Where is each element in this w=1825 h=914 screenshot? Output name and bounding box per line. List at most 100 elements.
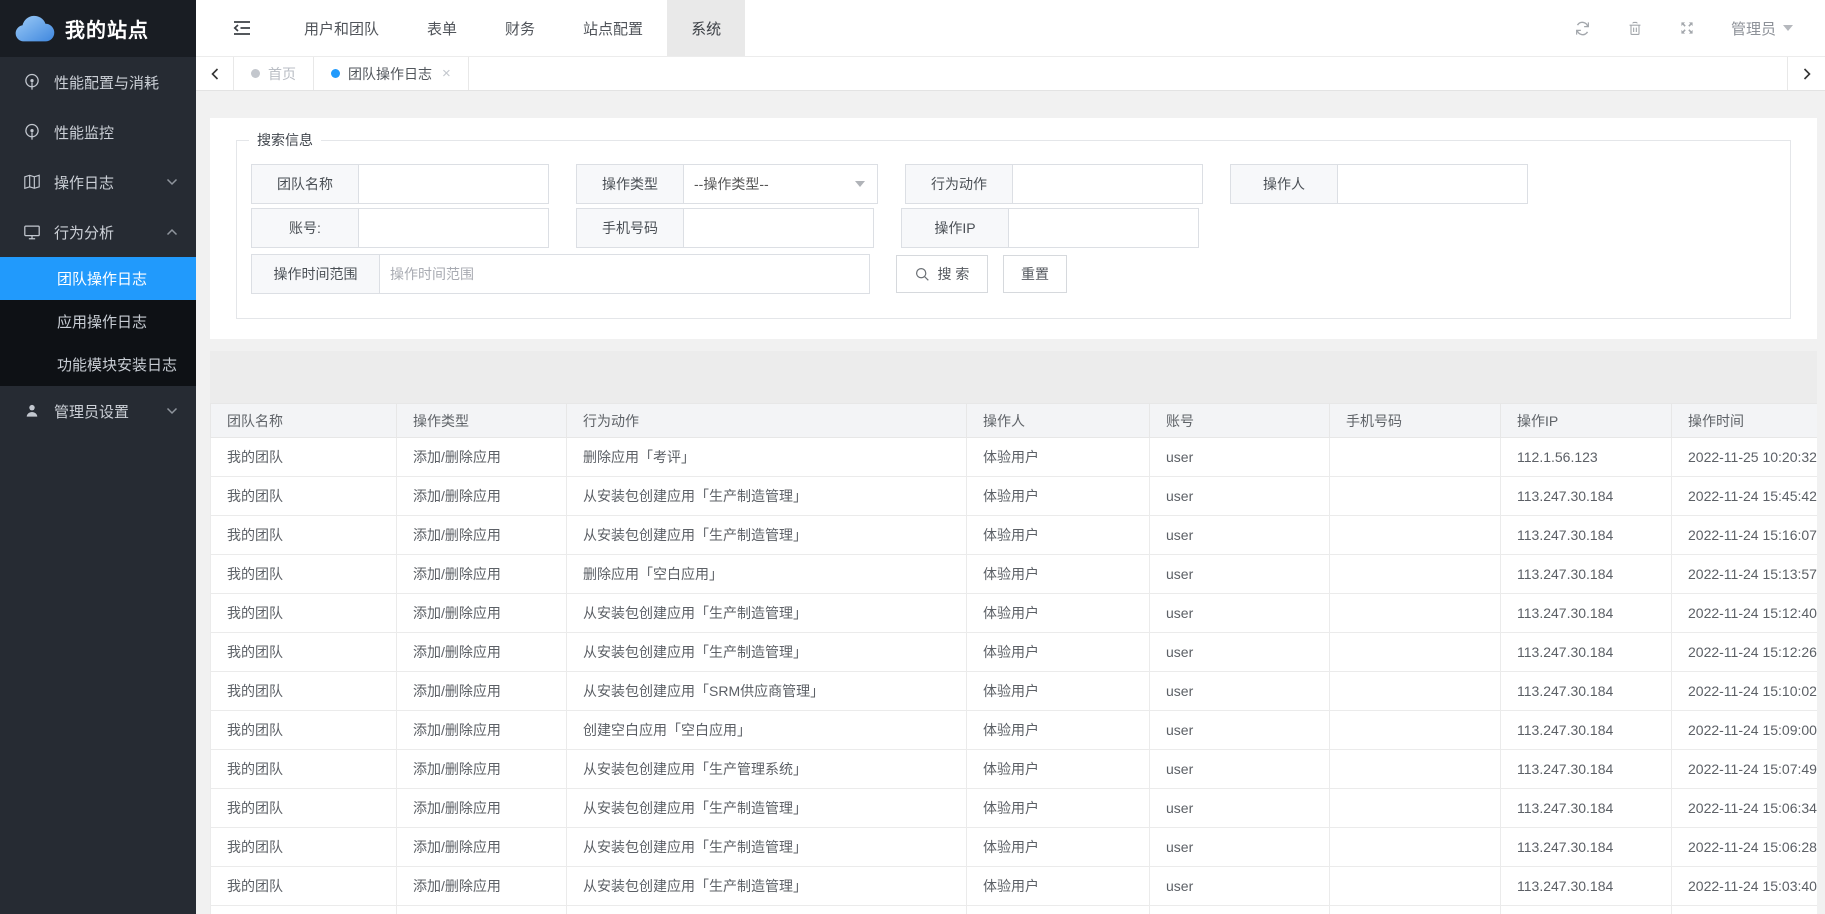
nav-item-users-teams[interactable]: 用户和团队 — [280, 0, 403, 56]
team-name-input[interactable] — [359, 164, 549, 204]
time-range-input[interactable] — [380, 254, 870, 294]
action-input[interactable] — [1013, 164, 1203, 204]
user-menu[interactable]: 管理员 — [1731, 18, 1793, 39]
table-cell: 从安装包创建应用「SRM供应商管理」 — [567, 672, 967, 711]
phone-input[interactable] — [684, 208, 874, 248]
table-cell: 从安装包创建应用「生产制造管理」 — [567, 516, 967, 555]
fullscreen-icon[interactable] — [1679, 20, 1695, 36]
submenu-item-label: 团队操作日志 — [57, 268, 147, 289]
column-header: 操作类型 — [397, 404, 567, 438]
table-cell: 添加/删除应用 — [397, 789, 567, 828]
table-cell: 创建空白应用「空白应用」 — [567, 711, 967, 750]
table-cell: 113.247.30.184 — [1501, 789, 1672, 828]
table-cell — [1330, 555, 1501, 594]
table-cell: 2022-11-24 15:12:26 — [1672, 633, 1818, 672]
table-cell: 2022-11-24 15:06:34 — [1672, 789, 1818, 828]
table-cell: 我的团队 — [211, 672, 397, 711]
tabs-scroll-right-button[interactable] — [1787, 57, 1825, 90]
sidebar-item-admin-settings[interactable]: 管理员设置 — [0, 386, 196, 436]
table-cell: 我的团队 — [211, 438, 397, 477]
table-cell: 2022-11-24 15:12:40 — [1672, 594, 1818, 633]
table-cell: 113.247.30.184 — [1501, 477, 1672, 516]
sidebar-item-module-install-log[interactable]: 功能模块安装日志 — [0, 343, 196, 386]
table-cell: 添加/删除应用 — [397, 906, 567, 914]
table-cell: 体验用户 — [967, 438, 1150, 477]
table-cell: 添加/删除应用 — [397, 711, 567, 750]
log-table: 团队名称操作类型行为动作操作人账号手机号码操作IP操作时间 我的团队添加/删除应… — [210, 403, 1817, 914]
tab-dot-icon — [331, 69, 340, 78]
nav-item-finance[interactable]: 财务 — [481, 0, 559, 56]
table-row: 我的团队添加/删除应用从安装包创建应用「生产制造管理」体验用户user113.2… — [211, 516, 1818, 555]
table-cell: 113.247.30.184 — [1501, 672, 1672, 711]
phone-label: 手机号码 — [576, 208, 684, 248]
table-cell: 添加/删除应用 — [397, 516, 567, 555]
table-cell: 113.247.30.184 — [1501, 906, 1672, 914]
sidebar-item-label: 性能监控 — [54, 122, 114, 143]
tab-team-operation-log[interactable]: 团队操作日志 × — [314, 57, 469, 90]
table-cell: 113.247.30.184 — [1501, 711, 1672, 750]
table-cell — [1330, 750, 1501, 789]
submenu-item-label: 应用操作日志 — [57, 311, 147, 332]
user-menu-label: 管理员 — [1731, 18, 1776, 39]
ip-input[interactable] — [1009, 208, 1199, 248]
table-cell: 我的团队 — [211, 477, 397, 516]
table-cell: 我的团队 — [211, 555, 397, 594]
table-cell: user — [1150, 633, 1330, 672]
table-cell: 2022-11-24 15:07:49 — [1672, 750, 1818, 789]
tabs-scroll-left-button[interactable] — [196, 57, 234, 90]
search-fieldset: 搜索信息 团队名称 操作类型 --操作类型-- 行为动作 — [236, 130, 1791, 319]
table-cell: 体验用户 — [967, 516, 1150, 555]
table-cell: 我的团队 — [211, 516, 397, 555]
nav-item-site-config[interactable]: 站点配置 — [559, 0, 667, 56]
sidebar-item-app-operation-log[interactable]: 应用操作日志 — [0, 300, 196, 343]
action-field: 行为动作 — [905, 164, 1203, 204]
table-cell — [1330, 672, 1501, 711]
table-cell: 体验用户 — [967, 555, 1150, 594]
table-cell: user — [1150, 672, 1330, 711]
column-header: 操作IP — [1501, 404, 1672, 438]
table-cell: 113.247.30.184 — [1501, 828, 1672, 867]
table-cell: 113.247.30.184 — [1501, 516, 1672, 555]
table-cell — [1330, 711, 1501, 750]
table-row: 我的团队添加/删除应用从安装包创建应用「生产管理系统」体验用户user113.2… — [211, 750, 1818, 789]
sidebar-item-behavior-analysis[interactable]: 行为分析 — [0, 207, 196, 257]
nav-item-system[interactable]: 系统 — [667, 0, 745, 56]
table-cell: 体验用户 — [967, 789, 1150, 828]
table-cell: 体验用户 — [967, 867, 1150, 906]
table-cell: user — [1150, 711, 1330, 750]
table-cell: 2022-11-24 15:09:00 — [1672, 711, 1818, 750]
account-input[interactable] — [359, 208, 549, 248]
table-cell: user — [1150, 438, 1330, 477]
table-row: 我的团队添加/删除应用从安装包创建应用「生产制造管理」体验用户user113.2… — [211, 789, 1818, 828]
reset-button-label: 重置 — [1021, 264, 1049, 284]
operator-input[interactable] — [1338, 164, 1528, 204]
tab-dot-icon — [251, 69, 260, 78]
table-cell: 2022-11-25 10:20:32 — [1672, 438, 1818, 477]
table-cell: 体验用户 — [967, 828, 1150, 867]
table-cell: 添加/删除应用 — [397, 828, 567, 867]
sidebar-item-performance-monitor[interactable]: 性能监控 — [0, 107, 196, 157]
table-cell: 从安装包创建应用「生产制造管理」 — [567, 906, 967, 914]
table-row: 我的团队添加/删除应用从安装包创建应用「生产制造管理」体验用户user113.2… — [211, 867, 1818, 906]
collapse-menu-icon[interactable] — [232, 20, 252, 36]
nav-item-label: 站点配置 — [583, 18, 643, 39]
nav-item-label: 用户和团队 — [304, 18, 379, 39]
ip-label: 操作IP — [901, 208, 1009, 248]
table-cell: 我的团队 — [211, 867, 397, 906]
column-header: 团队名称 — [211, 404, 397, 438]
sidebar-item-team-operation-log[interactable]: 团队操作日志 — [0, 257, 196, 300]
op-type-select[interactable]: --操作类型-- — [684, 164, 878, 204]
sidebar-item-operation-logs[interactable]: 操作日志 — [0, 157, 196, 207]
trash-icon[interactable] — [1627, 20, 1643, 36]
nav-item-forms[interactable]: 表单 — [403, 0, 481, 56]
sidebar-item-performance-config[interactable]: 性能配置与消耗 — [0, 57, 196, 107]
tab-home[interactable]: 首页 — [234, 57, 314, 90]
close-icon[interactable]: × — [442, 65, 451, 82]
table-cell: 删除应用「考评」 — [567, 438, 967, 477]
chevron-down-icon — [1783, 25, 1793, 31]
behavior-analysis-submenu: 团队操作日志 应用操作日志 功能模块安装日志 — [0, 257, 196, 386]
search-button[interactable]: 搜 索 — [896, 255, 988, 293]
table-cell: user — [1150, 867, 1330, 906]
reset-button[interactable]: 重置 — [1003, 255, 1067, 293]
refresh-icon[interactable] — [1574, 20, 1591, 37]
